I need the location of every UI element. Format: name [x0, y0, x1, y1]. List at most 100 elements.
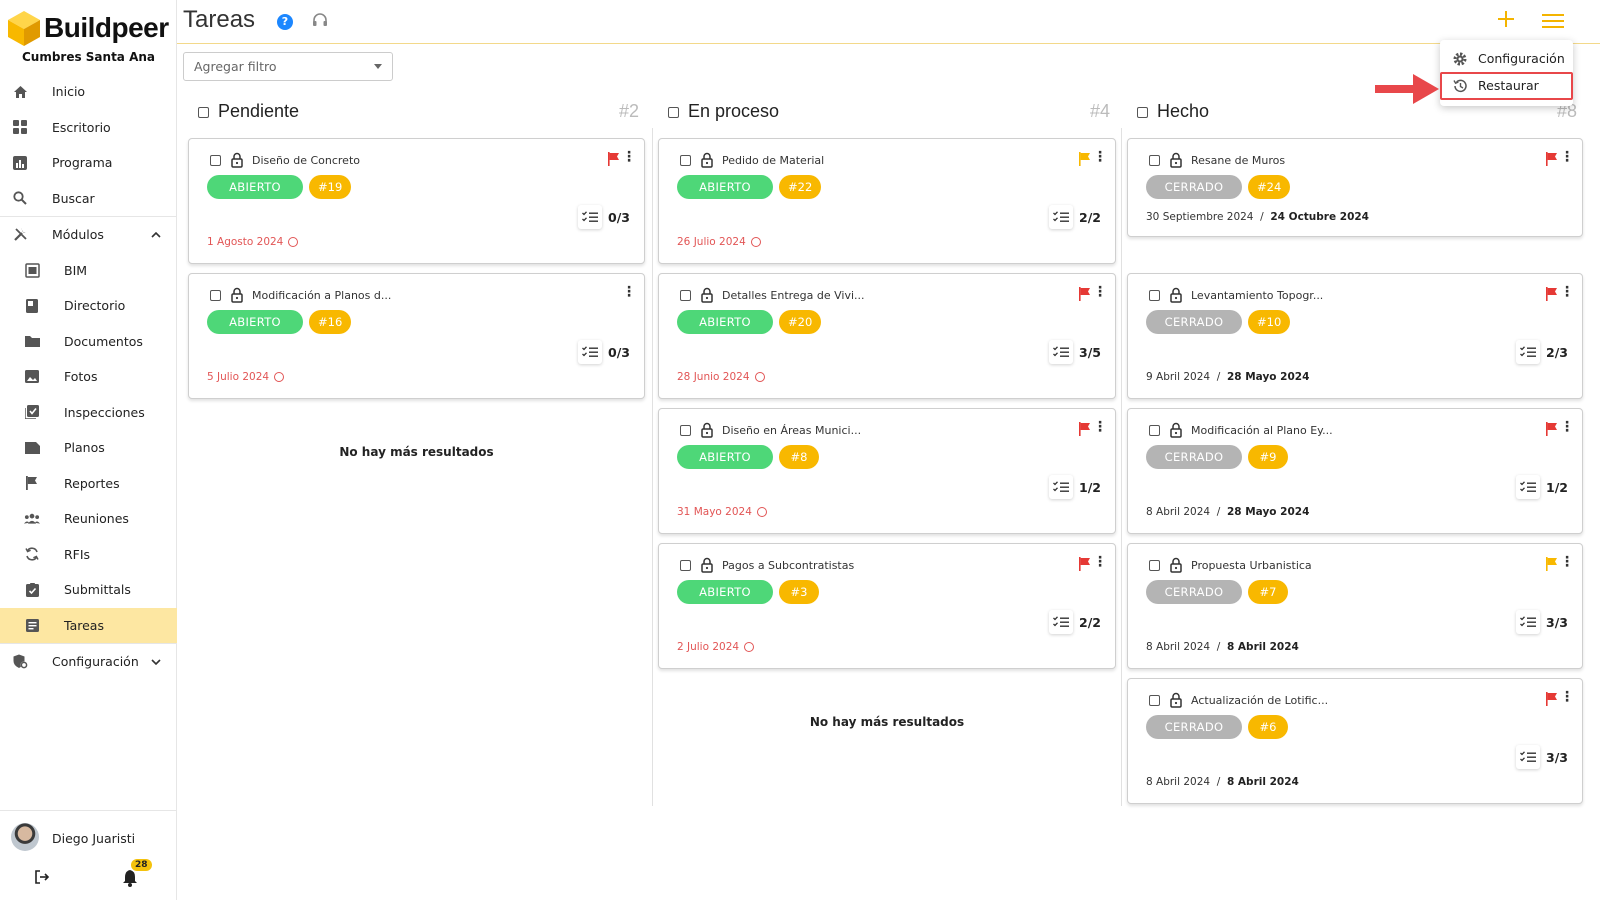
chart-icon [12, 155, 28, 171]
task-select-checkbox[interactable] [1149, 290, 1160, 301]
checklist-progress[interactable]: 2/2 [1049, 610, 1101, 634]
checklist-progress[interactable]: 3/5 [1049, 340, 1101, 364]
sidebar-item-reportes[interactable]: Reportes [0, 466, 177, 502]
sidebar-item-bim[interactable]: BIM [0, 253, 177, 289]
task-select-checkbox[interactable] [680, 425, 691, 436]
checklist-count: 3/5 [1079, 344, 1101, 360]
more-vertical-icon[interactable]: ⋮ [622, 285, 636, 299]
bell-icon[interactable] [122, 869, 142, 889]
task-card[interactable]: Pedido de Material ⋮ ABIERTO #22 2/2 26 Julio… [658, 138, 1116, 264]
more-vertical-icon[interactable]: ⋮ [1093, 150, 1107, 164]
task-number-badge: #24 [1248, 175, 1291, 199]
menu-item-configuracion[interactable]: Configuración [1440, 45, 1573, 73]
task-card[interactable]: Modificación a Planos d... ⋮ ABIERTO #16 0/3… [188, 273, 645, 399]
sidebar-item-planos[interactable]: Planos [0, 430, 177, 466]
due-date-text: 1 Agosto 2024 [207, 236, 284, 248]
more-vertical-icon[interactable]: ⋮ [1093, 420, 1107, 434]
checklist-progress[interactable]: 1/2 [1516, 475, 1568, 499]
checklist-icon [1049, 340, 1074, 364]
checklist-count: 1/2 [1546, 479, 1568, 495]
sidebar-item-label: Planos [64, 440, 105, 456]
headset-icon[interactable] [312, 12, 328, 32]
column-select-checkbox[interactable] [1137, 107, 1148, 118]
checklist-progress[interactable]: 3/3 [1516, 610, 1568, 634]
priority-flag-icon [1079, 286, 1091, 301]
more-vertical-icon[interactable]: ⋮ [1093, 285, 1107, 299]
task-card[interactable]: Modificación al Plano Ey... ⋮ CERRADO #9 1/2… [1127, 408, 1583, 534]
checklist-progress[interactable]: 3/3 [1516, 745, 1568, 769]
sidebar-item-tareas[interactable]: Tareas [0, 607, 177, 643]
sidebar-item-reuniones[interactable]: Reuniones [0, 501, 177, 537]
sidebar-item-inicio[interactable]: Inicio [0, 74, 177, 110]
sidebar-item-programa[interactable]: Programa [0, 145, 177, 181]
alarm-clock-icon [288, 237, 299, 247]
user-name[interactable]: Diego Juaristi [52, 831, 135, 846]
add-icon[interactable] [1496, 6, 1516, 36]
more-vertical-icon[interactable]: ⋮ [1560, 285, 1574, 299]
priority-flag-icon [1546, 151, 1558, 166]
checklist-icon [1049, 610, 1074, 634]
task-card[interactable]: Propuesta Urbanistica ⋮ CERRADO #7 3/3 8 Abri… [1127, 543, 1583, 669]
checklist-progress[interactable]: 2/2 [1049, 205, 1101, 229]
logout-icon[interactable] [34, 869, 50, 889]
checklist-progress[interactable]: 0/3 [578, 205, 630, 229]
sidebar-item-inspecciones[interactable]: Inspecciones [0, 395, 177, 431]
task-select-checkbox[interactable] [680, 560, 691, 571]
checklist-count: 2/2 [1079, 209, 1101, 225]
brand-logo[interactable]: Buildpeer [6, 8, 169, 48]
task-card[interactable]: Pagos a Subcontratistas ⋮ ABIERTO #3 2/2 2 Ju… [658, 543, 1116, 669]
menu-item-restaurar[interactable]: Restaurar [1440, 72, 1573, 100]
task-select-checkbox[interactable] [210, 155, 221, 166]
more-vertical-icon[interactable]: ⋮ [1560, 420, 1574, 434]
sidebar-item-rfis[interactable]: RFIs [0, 537, 177, 573]
column-select-checkbox[interactable] [198, 107, 209, 118]
sidebar-item-directorio[interactable]: Directorio [0, 288, 177, 324]
task-title: Detalles Entrega de Vivi... [722, 289, 865, 302]
column-select-checkbox[interactable] [668, 107, 679, 118]
checkbox-icon [24, 404, 40, 420]
task-select-checkbox[interactable] [1149, 155, 1160, 166]
no-more-results: No hay más resultados [809, 715, 965, 729]
task-card[interactable]: Actualización de Lotific... ⋮ CERRADO #6 3/3… [1127, 678, 1583, 804]
sidebar-item-escritorio[interactable]: Escritorio [0, 110, 177, 146]
task-card[interactable]: Diseño de Concreto ⋮ ABIERTO #19 0/3 1 Agosto… [188, 138, 645, 264]
sidebar-item-configuracion[interactable]: Configuración [0, 644, 177, 680]
more-vertical-icon[interactable]: ⋮ [1093, 555, 1107, 569]
task-select-checkbox[interactable] [680, 155, 691, 166]
task-title: Levantamiento Topogr... [1191, 289, 1324, 302]
checklist-progress[interactable]: 0/3 [578, 340, 630, 364]
sidebar-item-documentos[interactable]: Documentos [0, 324, 177, 360]
column-count: #2 [618, 101, 639, 121]
task-title: Modificación a Planos d... [252, 289, 392, 302]
start-date: 8 Abril 2024 [1146, 641, 1211, 653]
task-select-checkbox[interactable] [210, 290, 221, 301]
column-divider [1121, 128, 1122, 806]
filter-select[interactable]: Agregar filtro [183, 52, 393, 81]
checklist-progress[interactable]: 2/3 [1516, 340, 1568, 364]
checklist-progress[interactable]: 1/2 [1049, 475, 1101, 499]
status-badge: ABIERTO [677, 175, 773, 199]
avatar[interactable] [11, 823, 39, 851]
more-vertical-icon[interactable]: ⋮ [1560, 150, 1574, 164]
task-card[interactable]: Resane de Muros ⋮ CERRADO #24 30 Septiembre … [1127, 138, 1583, 237]
checklist-count: 0/3 [608, 344, 630, 360]
due-date: 28 Junio 2024 [677, 371, 765, 383]
sidebar-item-modulos[interactable]: Módulos [0, 217, 177, 253]
task-card[interactable]: Diseño en Áreas Munici... ⋮ ABIERTO #8 1/2 31… [658, 408, 1116, 534]
end-date: 24 Octubre 2024 [1270, 211, 1369, 223]
sidebar-item-fotos[interactable]: Fotos [0, 359, 177, 395]
sidebar-item-submittals[interactable]: Submittals [0, 572, 177, 608]
task-number-badge: #22 [779, 175, 822, 199]
more-vertical-icon[interactable]: ⋮ [1560, 555, 1574, 569]
sidebar-item-buscar[interactable]: Buscar [0, 181, 177, 217]
task-select-checkbox[interactable] [1149, 695, 1160, 706]
task-card[interactable]: Levantamiento Topogr... ⋮ CERRADO #10 2/3 9 A… [1127, 273, 1583, 399]
hamburger-menu-icon[interactable] [1542, 14, 1564, 30]
more-vertical-icon[interactable]: ⋮ [1560, 690, 1574, 704]
task-select-checkbox[interactable] [1149, 560, 1160, 571]
task-select-checkbox[interactable] [680, 290, 691, 301]
help-icon[interactable]: ? [277, 14, 293, 30]
task-card[interactable]: Detalles Entrega de Vivi... ⋮ ABIERTO #20 3/… [658, 273, 1116, 399]
task-select-checkbox[interactable] [1149, 425, 1160, 436]
more-vertical-icon[interactable]: ⋮ [622, 150, 636, 164]
